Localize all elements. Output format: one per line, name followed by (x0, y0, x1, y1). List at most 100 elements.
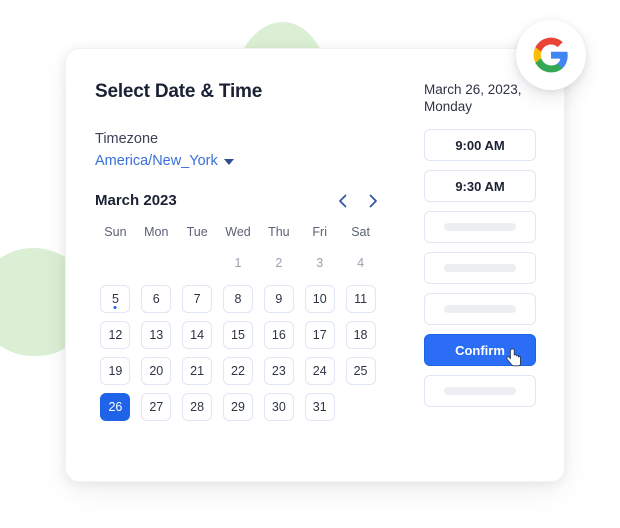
chevron-left-icon[interactable] (335, 193, 351, 209)
calendar-day-number: 24 (312, 364, 327, 378)
calendar-day-number: 22 (231, 364, 245, 378)
calendar-day[interactable]: 7 (182, 285, 213, 313)
skeleton-bar (444, 387, 516, 395)
selected-date-readout: March 26, 2023, Monday (424, 81, 539, 115)
chevron-right-icon[interactable] (365, 193, 381, 209)
skeleton-bar (444, 305, 516, 313)
calendar-day[interactable]: 11 (345, 285, 376, 313)
calendar-day[interactable]: 25 (345, 357, 376, 385)
calendar-day[interactable]: 22 (222, 357, 253, 385)
time-slot-placeholder (424, 375, 536, 407)
chevron-down-icon (223, 159, 234, 165)
calendar-day-number: 14 (190, 328, 205, 342)
calendar-day-number: 30 (271, 400, 286, 414)
calendar-day-number: 8 (234, 292, 242, 306)
calendar-day[interactable]: 5 (100, 285, 131, 313)
calendar-day-number: 19 (108, 364, 123, 378)
calendar-grid: Sun Mon Tue Wed Thu Fri Sat 1 2 3 4 5 6 7 8 9 10 11 12 13 14… (95, 223, 381, 421)
slot-list: 9:00 AM 9:30 AM Confirm (424, 129, 539, 407)
day-of-week-header: Fri (312, 225, 327, 239)
calendar-day[interactable]: 30 (263, 393, 294, 421)
calendar-day[interactable]: 8 (222, 285, 253, 313)
calendar-day[interactable]: 19 (100, 357, 131, 385)
calendar-day-number: 20 (149, 364, 164, 378)
time-slots-panel: March 26, 2023, Monday 9:00 AM 9:30 AM Con… (424, 81, 539, 407)
time-slot-placeholder (424, 293, 536, 325)
time-slot-placeholder (424, 252, 536, 284)
calendar-day-number: 27 (149, 400, 164, 414)
calendar-day[interactable]: 13 (141, 321, 172, 349)
calendar-day[interactable]: 12 (100, 321, 131, 349)
day-of-week-header: Wed (225, 225, 251, 239)
calendar-day-number: 9 (275, 292, 283, 306)
time-slot-button[interactable]: 9:30 AM (424, 170, 536, 202)
confirm-button[interactable]: Confirm (424, 334, 536, 367)
day-of-week-header: Tue (186, 225, 208, 239)
calendar-day-number: 28 (190, 400, 205, 414)
timezone-label: Timezone (95, 131, 159, 147)
timezone-value: America/New_York (95, 153, 218, 169)
calendar-day-number: 23 (271, 364, 286, 378)
calendar-day[interactable]: 15 (222, 321, 253, 349)
day-of-week-header: Mon (144, 225, 169, 239)
calendar-day[interactable]: 29 (222, 393, 253, 421)
calendar-day: 1 (223, 249, 253, 277)
calendar-blank-cell (100, 249, 130, 277)
day-of-week-header: Sun (104, 225, 127, 239)
calendar-day[interactable]: 23 (263, 357, 294, 385)
calendar-day: 2 (264, 249, 294, 277)
calendar-day[interactable]: 28 (182, 393, 213, 421)
calendar-day-number: 26 (108, 400, 123, 414)
calendar-day[interactable]: 6 (141, 285, 172, 313)
calendar-day-number: 2 (275, 256, 283, 270)
calendar-day-number: 12 (108, 328, 123, 342)
calendar-day[interactable]: 9 (263, 285, 294, 313)
calendar-blank-cell (141, 249, 171, 277)
calendar-day[interactable]: 14 (182, 321, 213, 349)
calendar-day[interactable]: 27 (141, 393, 172, 421)
calendar-day-number: 1 (234, 256, 242, 270)
day-of-week-header: Thu (268, 225, 290, 239)
scheduler-card: Select Date & Time Timezone America/New_… (65, 48, 565, 482)
calendar-day-selected[interactable]: 26 (100, 393, 131, 421)
selected-date-line-2: Monday (424, 99, 473, 114)
selected-date-line-1: March 26, 2023, (424, 82, 522, 97)
skeleton-bar (444, 223, 516, 231)
calendar-day-number: 25 (353, 364, 368, 378)
calendar-day[interactable]: 24 (304, 357, 335, 385)
calendar-day[interactable]: 31 (304, 393, 335, 421)
calendar-day: 4 (346, 249, 376, 277)
hand-pointer-cursor-icon (506, 348, 521, 367)
calendar-day[interactable]: 10 (304, 285, 335, 313)
calendar-day-number: 31 (312, 400, 327, 414)
calendar-day-number: 11 (354, 292, 368, 306)
calendar-day[interactable]: 16 (263, 321, 294, 349)
day-of-week-header: Sat (351, 225, 370, 239)
calendar-nav (335, 193, 381, 209)
calendar-day-number: 7 (193, 292, 201, 306)
calendar-day-number: 4 (357, 256, 365, 270)
time-slot-button[interactable]: 9:00 AM (424, 129, 536, 161)
calendar-day-number: 5 (111, 292, 119, 306)
calendar-blank-cell (182, 249, 212, 277)
calendar-day[interactable]: 17 (304, 321, 335, 349)
skeleton-bar (444, 264, 516, 272)
google-logo-badge (516, 20, 586, 90)
calendar-header: March 2023 (95, 192, 381, 209)
left-panel: Select Date & Time Timezone America/New_… (95, 81, 387, 421)
calendar-day-number: 6 (152, 292, 160, 306)
calendar-day-number: 3 (316, 256, 324, 270)
timezone-select[interactable]: America/New_York (95, 153, 234, 169)
calendar-day[interactable]: 21 (182, 357, 213, 385)
calendar-day[interactable]: 20 (141, 357, 172, 385)
calendar-day-number: 10 (312, 292, 327, 306)
calendar-day-number: 16 (271, 328, 286, 342)
calendar-day-number: 21 (190, 364, 205, 378)
calendar-day-number: 29 (231, 400, 245, 414)
calendar-day[interactable]: 18 (345, 321, 376, 349)
screen-root: Select Date & Time Timezone America/New_… (0, 0, 620, 528)
time-slot-placeholder (424, 211, 536, 243)
calendar-day: 3 (305, 249, 335, 277)
google-g-logo-icon (533, 37, 568, 73)
calendar-month-label: March 2023 (95, 192, 177, 209)
